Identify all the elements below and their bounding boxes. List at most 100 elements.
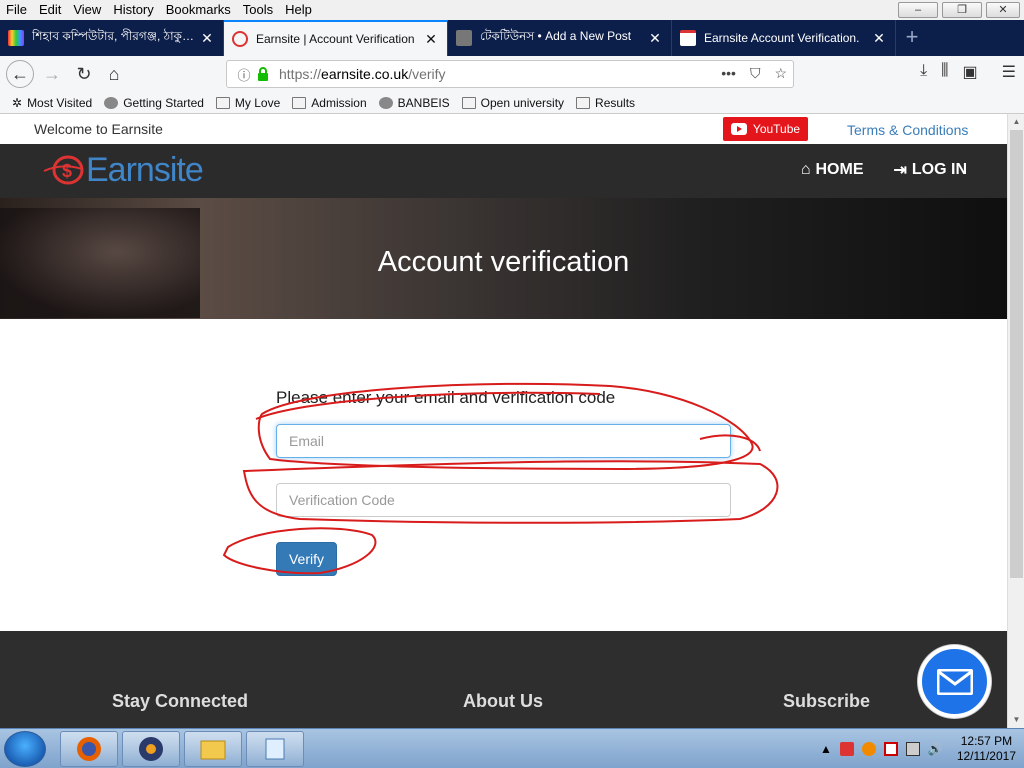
menu-history[interactable]: History — [107, 0, 159, 20]
site-header: $ Earnsite ⌂ HOME ⇥ LOG IN — [0, 144, 1007, 198]
volume-icon[interactable]: 🔊 — [928, 742, 943, 756]
scrollbar-thumb[interactable] — [1010, 130, 1023, 578]
terms-link[interactable]: Terms & Conditions — [847, 122, 968, 138]
rainbow-favicon-icon — [8, 30, 24, 46]
reload-button[interactable]: ↻ — [70, 60, 98, 88]
header-nav: ⌂ HOME ⇥ LOG IN — [801, 160, 967, 180]
tab-gmail-verification[interactable]: Earnsite Account Verification. ✕ — [672, 20, 896, 56]
pocket-icon[interactable]: ⛉ — [750, 65, 761, 82]
url-actions: ••• ⛉ ☆ — [721, 65, 787, 82]
globe-icon — [378, 96, 393, 109]
footer-subscribe: Subscribe — [783, 691, 871, 711]
envelope-icon — [936, 668, 973, 695]
bookmark-admission[interactable]: Admission — [286, 96, 372, 110]
close-window-button[interactable]: ✕ — [986, 2, 1020, 18]
taskbar-notepad[interactable] — [246, 731, 304, 767]
antivirus-icon[interactable] — [861, 742, 876, 756]
tab-techtunes-post[interactable]: টেকটিউনস • Add a New Post ✕ — [448, 20, 672, 56]
bookmark-label: Open university — [480, 95, 565, 110]
dollar-swoosh-icon: $ — [43, 155, 84, 185]
bookmark-label: Getting Started — [123, 95, 204, 110]
url-host: earnsite.co.uk — [321, 66, 409, 82]
windows-taskbar: ▲ 🔊 12:57 PM 12/11/2017 — [0, 728, 1024, 768]
show-hidden-icons-icon[interactable]: ▲ — [820, 742, 832, 756]
nav-home-label: HOME — [815, 161, 864, 178]
bookmark-banbeis[interactable]: BANBEIS — [373, 96, 456, 110]
welcome-text: Welcome to Earnsite — [34, 121, 163, 137]
web-page: Welcome to Earnsite YouTube Terms & Cond… — [0, 114, 1007, 728]
action-center-icon[interactable] — [839, 742, 854, 756]
lock-icon — [258, 67, 268, 81]
folder-icon — [292, 96, 307, 109]
menu-bookmarks[interactable]: Bookmarks — [160, 0, 237, 20]
url-bar[interactable]: ⓘ https://earnsite.co.uk/verify ••• ⛉ ☆ — [226, 60, 794, 88]
menu-edit[interactable]: Edit — [33, 0, 67, 20]
bookmark-most-visited[interactable]: ✲ Most Visited — [0, 96, 98, 110]
taskbar-media-player[interactable] — [122, 731, 180, 767]
bookmark-label: BANBEIS — [397, 95, 450, 110]
tab-close-icon[interactable]: ✕ — [871, 30, 887, 47]
url-protocol: https:// — [279, 66, 322, 82]
downloads-icon[interactable]: ⤓ — [920, 62, 927, 82]
page-scrollbar[interactable]: ▲ ▼ — [1007, 114, 1024, 728]
nav-login-label: LOG IN — [911, 161, 967, 178]
earnsite-logo[interactable]: $ Earnsite — [42, 150, 204, 190]
svg-text:$: $ — [62, 161, 72, 181]
media-player-icon — [139, 737, 163, 761]
menu-help[interactable]: Help — [279, 0, 318, 20]
back-button[interactable]: ← — [6, 60, 34, 88]
bookmark-results[interactable]: Results — [570, 96, 641, 110]
verification-form: Please enter your email and verification… — [0, 319, 1007, 632]
bookmark-getting-started[interactable]: Getting Started — [98, 96, 210, 110]
adobe-icon[interactable] — [883, 742, 898, 756]
page-actions-icon[interactable]: ••• — [721, 65, 736, 82]
url-path: /verify — [408, 66, 446, 82]
tab-title: শিহাব কম্পিউটার, পীরগঞ্জ, ঠাকুরগাঁও। — [32, 29, 199, 43]
taskbar-file-explorer[interactable] — [184, 731, 242, 767]
home-icon: ⌂ — [800, 161, 811, 178]
menu-file[interactable]: File — [0, 0, 33, 20]
tab-close-icon[interactable]: ✕ — [423, 31, 439, 48]
earnsite-favicon-icon — [232, 31, 248, 47]
tab-close-icon[interactable]: ✕ — [199, 30, 215, 47]
page-title: Account verification — [377, 246, 630, 278]
forward-button[interactable]: → — [38, 60, 66, 88]
footer-about-us: About Us — [463, 691, 543, 711]
email-input[interactable] — [276, 424, 731, 458]
taskbar-firefox[interactable] — [60, 731, 118, 767]
nav-login[interactable]: ⇥ LOG IN — [893, 160, 967, 180]
bookmark-star-icon[interactable]: ☆ — [774, 65, 787, 82]
folder-icon — [215, 96, 230, 109]
toolbar-right: ⤓ ⫼ ▣ ☰ — [920, 62, 1016, 82]
tab-earnsite-verification[interactable]: Earnsite | Account Verification ✕ — [224, 20, 448, 56]
form-instructions: Please enter your email and verification… — [276, 388, 616, 407]
bookmark-open-university[interactable]: Open university — [456, 96, 570, 110]
top-strip: Welcome to Earnsite YouTube Terms & Cond… — [0, 114, 1007, 144]
sidebar-icon[interactable]: ▣ — [963, 62, 978, 82]
menu-tools[interactable]: Tools — [237, 0, 279, 20]
tab-shihab-computer[interactable]: শিহাব কম্পিউটার, পীরগঞ্জ, ঠাকুরগাঁও। ✕ — [0, 20, 224, 56]
verification-code-input[interactable] — [276, 483, 731, 517]
hamburger-menu-icon[interactable]: ☰ — [1002, 62, 1016, 82]
scroll-down-arrow-icon[interactable]: ▼ — [1008, 712, 1024, 728]
windows-start-button[interactable] — [4, 731, 46, 767]
info-icon[interactable]: ⓘ — [233, 65, 255, 84]
minimize-button[interactable]: – — [898, 2, 938, 18]
restore-button[interactable]: ❐ — [942, 2, 982, 18]
bookmark-my-love[interactable]: My Love — [210, 96, 286, 110]
tab-close-icon[interactable]: ✕ — [647, 30, 663, 47]
tab-bar: শিহাব কম্পিউটার, পীরগঞ্জ, ঠাকুরগাঁও। ✕ E… — [0, 20, 1024, 56]
mail-contact-button[interactable] — [918, 645, 991, 718]
home-button[interactable]: ⌂ — [100, 60, 128, 88]
library-icon[interactable]: ⫼ — [941, 62, 948, 82]
tab-title: Earnsite Account Verification. — [704, 31, 860, 45]
nav-home[interactable]: ⌂ HOME — [801, 160, 864, 180]
network-icon[interactable] — [905, 742, 920, 756]
scroll-up-arrow-icon[interactable]: ▲ — [1008, 114, 1024, 130]
menu-view[interactable]: View — [67, 0, 107, 20]
youtube-button[interactable]: YouTube — [723, 117, 808, 141]
new-tab-button[interactable]: + — [896, 20, 928, 56]
techtunes-favicon-icon — [456, 30, 472, 46]
clock[interactable]: 12:57 PM 12/11/2017 — [957, 734, 1016, 764]
verify-button[interactable]: Verify — [276, 542, 337, 576]
